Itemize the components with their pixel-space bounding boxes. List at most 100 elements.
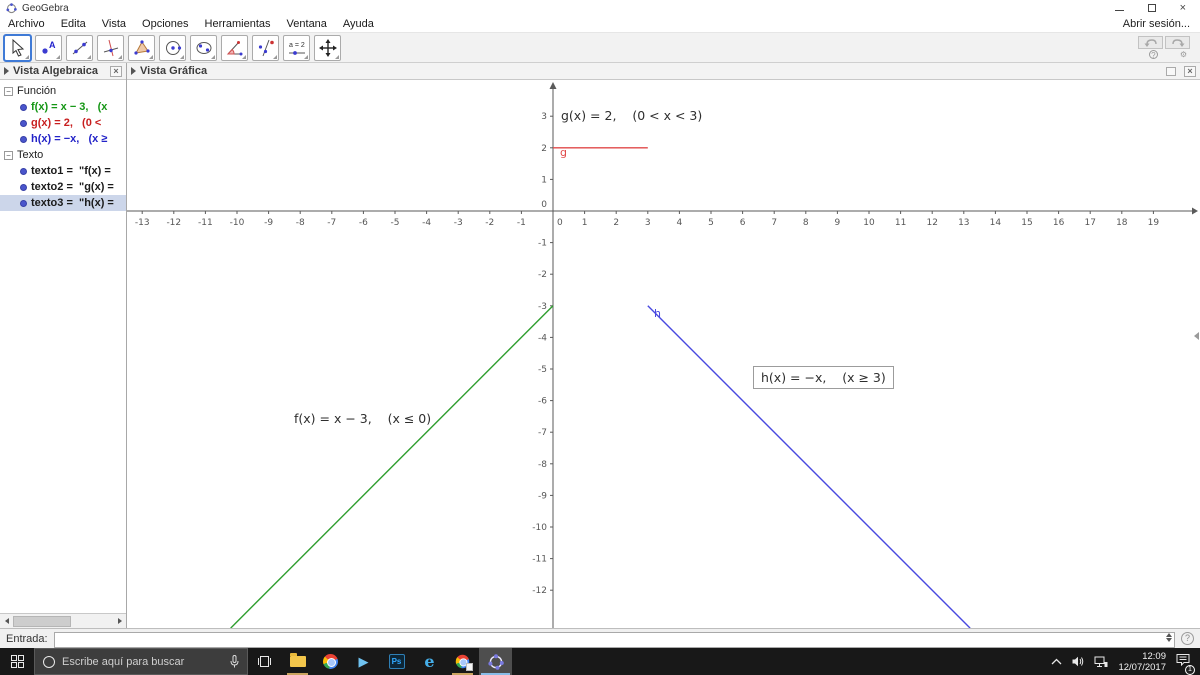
definition-h: h(x) = −x, (x ≥ — [31, 133, 108, 145]
visibility-marble-icon[interactable] — [20, 199, 27, 207]
tree-item-h[interactable]: h(x) = −x, (x ≥ — [0, 131, 126, 147]
text-label-h-selected[interactable]: h(x) = −x, (x ≥ 3) — [753, 366, 894, 389]
scroll-left-icon[interactable] — [0, 615, 13, 628]
algebra-horizontal-scrollbar[interactable] — [0, 613, 126, 628]
visibility-marble-icon[interactable] — [20, 135, 27, 143]
tray-chevron-icon[interactable] — [1051, 658, 1062, 665]
visibility-marble-icon[interactable] — [20, 119, 27, 127]
tool-move[interactable] — [3, 33, 32, 62]
curve-letter-h[interactable]: h — [654, 307, 661, 320]
menu-edita[interactable]: Edita — [53, 18, 94, 30]
scroll-right-icon[interactable] — [113, 615, 126, 628]
point-icon: A — [41, 40, 56, 54]
tree-section-funcion[interactable]: − Función — [0, 83, 126, 99]
tree-item-texto3[interactable]: texto3 = "h(x) = — [0, 195, 126, 211]
network-icon[interactable] — [1094, 656, 1108, 668]
panel-menu-arrow-icon[interactable] — [131, 67, 136, 75]
collapse-side-panel-icon[interactable] — [1194, 332, 1199, 340]
entrada-input[interactable] — [53, 631, 1175, 648]
x-tick-label: 18 — [1116, 218, 1128, 228]
app-geogebra-active[interactable] — [479, 648, 512, 675]
tool-reflection[interactable] — [252, 34, 279, 61]
menu-ayuda[interactable]: Ayuda — [335, 18, 382, 30]
settings-gear-icon[interactable]: ⚙ — [1180, 50, 1187, 59]
tree-item-texto2[interactable]: texto2 = "g(x) = — [0, 179, 126, 195]
tray-clock[interactable]: 12:09 12/07/2017 — [1118, 651, 1166, 673]
start-button[interactable] — [0, 648, 34, 675]
angle-icon — [226, 40, 242, 55]
definition-g: g(x) = 2, (0 < — [31, 117, 102, 129]
help-icon[interactable]: ? — [1148, 50, 1158, 60]
spinner-up-icon[interactable] — [1166, 632, 1172, 637]
spinner-down-icon[interactable] — [1166, 637, 1172, 642]
microphone-icon[interactable] — [230, 655, 239, 668]
app-photoshop[interactable]: Ps — [380, 648, 413, 675]
volume-icon[interactable] — [1072, 656, 1084, 667]
redo-button[interactable] — [1165, 36, 1190, 49]
menu-archivo[interactable]: Archivo — [0, 18, 53, 30]
internet-explorer-icon: e — [424, 652, 435, 671]
visibility-marble-icon[interactable] — [20, 183, 27, 191]
maximize-icon[interactable] — [1147, 4, 1156, 12]
menu-ventana[interactable]: Ventana — [279, 18, 335, 30]
app-chrome[interactable] — [314, 648, 347, 675]
tree-item-texto1[interactable]: texto1 = "f(x) = — [0, 163, 126, 179]
graphics-canvas[interactable]: -13 -12 -11 -10 -9 -8 -7 -6 -5 -4 -3 -2 -1 0 1 2 3 4 5 6 7 8 9… — [127, 80, 1200, 628]
graphics-close-icon[interactable]: × — [1184, 65, 1196, 77]
x-tick-label: 7 — [771, 218, 777, 228]
taskbar-search[interactable] — [34, 648, 248, 675]
app-movies-tv[interactable]: ▶ — [347, 648, 380, 675]
chrome-icon — [323, 654, 338, 669]
app-internet-explorer[interactable]: e — [413, 648, 446, 675]
app-chrome-page[interactable] — [446, 648, 479, 675]
tree-item-f[interactable]: f(x) = x − 3, (x — [0, 99, 126, 115]
close-icon[interactable]: × — [1180, 3, 1186, 14]
collapse-icon[interactable]: − — [4, 150, 13, 160]
tool-point[interactable]: A — [35, 34, 62, 61]
panel-menu-arrow-icon[interactable] — [4, 67, 9, 75]
tool-conic[interactable] — [190, 34, 217, 61]
text-label-g[interactable]: g(x) = 2, (0 < x < 3) — [561, 108, 702, 123]
minimize-icon[interactable] — [1114, 5, 1124, 11]
undo-icon — [1144, 38, 1157, 47]
reflection-icon — [258, 39, 274, 56]
tool-perpendicular-line[interactable] — [97, 34, 124, 61]
action-center-button[interactable]: 1 — [1176, 653, 1195, 675]
x-tick-label: 14 — [990, 218, 1002, 228]
tool-slider[interactable]: a = 2 — [283, 34, 310, 61]
file-explorer-icon — [289, 653, 306, 667]
text-label-f[interactable]: f(x) = x − 3, (x ≤ 0) — [294, 411, 431, 426]
tool-polygon[interactable] — [128, 34, 155, 61]
menu-vista[interactable]: Vista — [94, 18, 134, 30]
tool-line[interactable] — [66, 34, 93, 61]
taskbar-search-input[interactable] — [62, 655, 223, 668]
function-curve-h[interactable] — [647, 305, 971, 628]
sign-in-link[interactable]: Abrir sesión... — [1123, 18, 1200, 30]
curve-letter-g[interactable]: g — [560, 146, 567, 159]
x-tick-label: 4 — [677, 218, 683, 228]
app-file-explorer[interactable] — [281, 648, 314, 675]
menu-opciones[interactable]: Opciones — [134, 18, 196, 30]
visibility-marble-icon[interactable] — [20, 103, 27, 111]
x-tick-label: 0 — [557, 218, 563, 228]
tool-circle[interactable] — [159, 34, 186, 61]
tree-item-g[interactable]: g(x) = 2, (0 < — [0, 115, 126, 131]
collapse-icon[interactable]: − — [4, 86, 13, 96]
task-view-button[interactable] — [248, 648, 281, 675]
undock-panel-icon[interactable] — [1166, 66, 1176, 76]
scrollbar-thumb[interactable] — [13, 615, 71, 627]
input-help-icon[interactable]: ? — [1181, 632, 1194, 645]
undo-button[interactable] — [1138, 36, 1163, 49]
tree-section-texto[interactable]: − Texto — [0, 147, 126, 163]
tool-angle[interactable] — [221, 34, 248, 61]
x-tick-label: 3 — [645, 218, 651, 228]
y-tick-label: -5 — [538, 365, 547, 375]
tool-move-graphics-view[interactable] — [314, 34, 341, 61]
function-curve-f[interactable] — [230, 305, 554, 628]
section-label: Función — [17, 85, 57, 97]
menubar: Archivo Edita Vista Opciones Herramienta… — [0, 16, 1200, 33]
input-history-spinner[interactable] — [1166, 632, 1172, 642]
algebra-close-icon[interactable]: × — [110, 65, 122, 77]
visibility-marble-icon[interactable] — [20, 167, 27, 175]
menu-herramientas[interactable]: Herramientas — [197, 18, 279, 30]
